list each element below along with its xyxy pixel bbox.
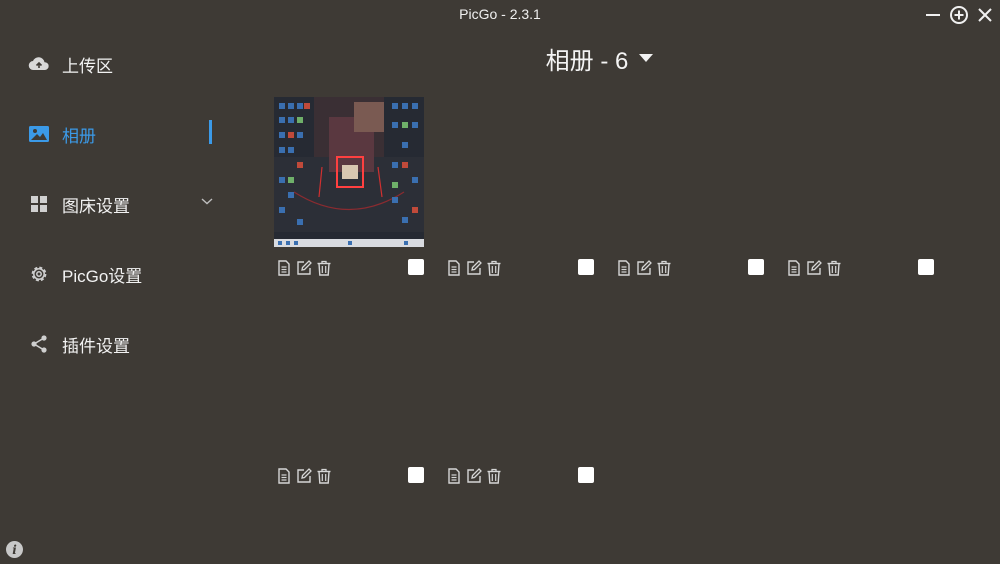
grid-icon: [28, 193, 50, 215]
image-card-actions: [785, 258, 935, 278]
image-icon: [28, 123, 50, 145]
delete-icon[interactable]: [315, 467, 333, 485]
sidebar: 上传区 相册 图床设置 PicGo设置 插件设置: [0, 28, 230, 564]
copy-link-icon[interactable]: [615, 259, 633, 277]
share-icon: [28, 333, 50, 355]
sidebar-item-picgo-settings[interactable]: PicGo设置: [28, 259, 218, 289]
sidebar-item-label: 相册: [62, 126, 96, 146]
gallery-title: 相册 - 6: [545, 47, 629, 75]
sidebar-item-plugin-settings[interactable]: 插件设置: [28, 329, 218, 359]
sidebar-item-label: 图床设置: [62, 196, 130, 216]
maximize-button[interactable]: [948, 4, 970, 26]
sidebar-item-label: 插件设置: [62, 336, 130, 356]
edit-icon[interactable]: [805, 259, 823, 277]
delete-icon[interactable]: [485, 259, 503, 277]
image-thumbnail[interactable]: [274, 97, 424, 247]
image-card-actions: [445, 258, 595, 278]
select-checkbox[interactable]: [748, 259, 764, 275]
gear-icon: [28, 263, 50, 285]
minimize-icon: [926, 14, 940, 16]
select-checkbox[interactable]: [578, 259, 594, 275]
close-icon: [978, 8, 992, 22]
edit-icon[interactable]: [465, 259, 483, 277]
title-bar: PicGo - 2.3.1: [0, 0, 1000, 28]
delete-icon[interactable]: [485, 467, 503, 485]
copy-link-icon[interactable]: [785, 259, 803, 277]
select-checkbox[interactable]: [408, 259, 424, 275]
image-card-actions: [615, 258, 765, 278]
copy-link-icon[interactable]: [275, 259, 293, 277]
album-switcher[interactable]: 相册 - 6: [460, 40, 740, 76]
copy-link-icon[interactable]: [445, 467, 463, 485]
sidebar-item-label: PicGo设置: [62, 266, 143, 286]
cloud-upload-icon: [28, 53, 50, 75]
delete-icon[interactable]: [825, 259, 843, 277]
image-card-actions: [275, 258, 425, 278]
edit-icon[interactable]: [465, 467, 483, 485]
copy-link-icon[interactable]: [275, 467, 293, 485]
plus-circle-icon: [950, 6, 968, 24]
select-checkbox[interactable]: [918, 259, 934, 275]
image-card-actions: [275, 466, 425, 486]
close-button[interactable]: [974, 4, 996, 26]
copy-link-icon[interactable]: [445, 259, 463, 277]
active-indicator: [209, 120, 212, 144]
edit-icon[interactable]: [635, 259, 653, 277]
image-card-actions: [445, 466, 595, 486]
info-icon[interactable]: i: [6, 541, 23, 558]
edit-icon[interactable]: [295, 467, 313, 485]
sidebar-item-upload[interactable]: 上传区: [28, 49, 218, 79]
sidebar-item-picbed-settings[interactable]: 图床设置: [28, 189, 218, 219]
app-title: PicGo - 2.3.1: [459, 6, 541, 22]
delete-icon[interactable]: [315, 259, 333, 277]
select-checkbox[interactable]: [408, 467, 424, 483]
select-checkbox[interactable]: [578, 467, 594, 483]
edit-icon[interactable]: [295, 259, 313, 277]
desktop-screenshot-thumbnail: [274, 97, 424, 247]
minimize-button[interactable]: [922, 4, 944, 26]
chevron-down-icon[interactable]: [200, 196, 214, 206]
delete-icon[interactable]: [655, 259, 673, 277]
sidebar-item-album[interactable]: 相册: [28, 119, 218, 149]
caret-down-icon: [639, 54, 654, 62]
sidebar-item-label: 上传区: [62, 56, 113, 76]
